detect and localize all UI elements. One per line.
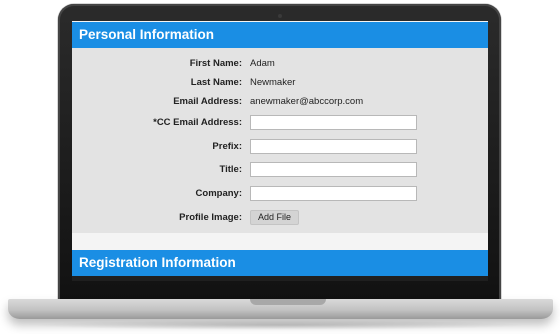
title-field[interactable] [250, 162, 417, 177]
last-name-value: Newmaker [250, 77, 296, 88]
first-name-label: First Name: [189, 58, 242, 69]
cc-email-label: *CC Email Address: [153, 117, 242, 128]
laptop-base [8, 299, 553, 319]
cc-email-field[interactable] [250, 115, 417, 130]
screen-bottom-edge [72, 276, 488, 281]
laptop-shadow [30, 320, 530, 330]
email-row: Email Address: anewmaker@abccorp.com [72, 94, 488, 110]
company-label: Company: [195, 188, 242, 199]
trackpad-notch [250, 299, 326, 305]
title-row: Title: [72, 162, 488, 178]
personal-information-form: First Name: Adam Last Name: Newmaker Ema… [72, 48, 488, 233]
company-field[interactable] [250, 186, 417, 201]
screen: Personal Information First Name: Adam La… [72, 21, 488, 281]
add-file-button[interactable]: Add File [250, 210, 300, 225]
first-name-value: Adam [250, 58, 275, 69]
prefix-row: Prefix: [72, 139, 488, 155]
last-name-row: Last Name: Newmaker [72, 75, 488, 91]
camera-icon [278, 14, 282, 18]
profile-image-row: Profile Image: Add File [72, 210, 488, 226]
registration-information-header: Registration Information [72, 250, 488, 276]
company-row: Company: [72, 186, 488, 202]
first-name-row: First Name: Adam [72, 56, 488, 72]
prefix-label: Prefix: [212, 141, 242, 152]
section-divider [72, 233, 488, 250]
last-name-label: Last Name: [190, 77, 242, 88]
profile-image-label: Profile Image: [179, 212, 242, 223]
prefix-field[interactable] [250, 139, 417, 154]
email-value: anewmaker@abccorp.com [250, 96, 364, 107]
cc-email-row: *CC Email Address: [72, 115, 488, 131]
personal-information-header: Personal Information [72, 22, 488, 48]
title-label: Title: [219, 164, 242, 175]
email-label: Email Address: [173, 96, 242, 107]
